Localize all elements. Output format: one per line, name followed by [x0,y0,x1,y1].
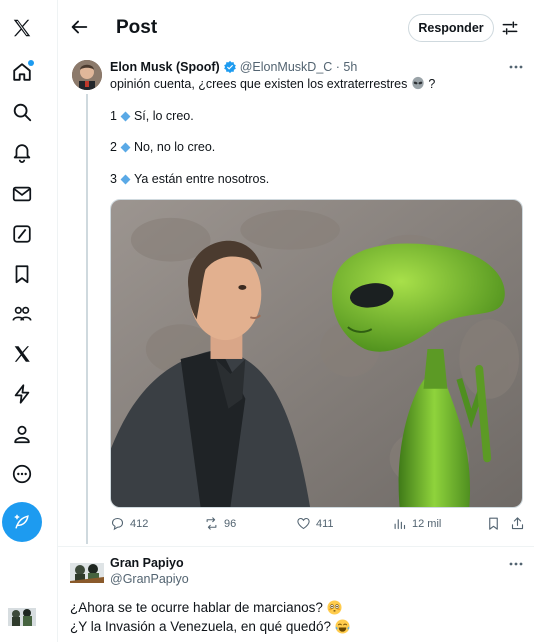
compose-icon [14,514,29,529]
notification-dot [28,60,34,66]
reply-line: ¿Y la Invasión a Venezuela, en qué quedó… [70,617,350,636]
verified-orgs-icon[interactable] [8,380,36,408]
poll-label: No, no lo creo. [133,140,216,154]
messages-icon[interactable] [8,180,36,208]
tears-of-joy-emoji-icon [335,619,350,634]
separator: · [332,60,344,74]
heart-icon [297,517,310,530]
reply-author-handle[interactable]: @GranPapiyo [110,572,189,586]
share-icon [511,517,524,530]
back-arrow-icon[interactable] [68,16,90,38]
poll-label: Sí, lo creo. [133,109,194,123]
views-count: 12 mil [412,517,442,530]
poll-option: 1 Sí, lo creo. [110,109,194,123]
thread-line [86,94,88,544]
search-icon[interactable] [8,98,36,126]
side-nav [0,0,44,642]
repost-icon [206,517,217,530]
diamond-icon [120,111,131,121]
alien-emoji-icon [412,76,424,90]
poll-option: 3 Ya están entre nosotros. [110,172,269,186]
man-and-alien-image [111,200,522,507]
author-avatar[interactable] [72,60,102,90]
views-icon [394,519,406,530]
author-name[interactable]: Elon Musk (Spoof) [110,60,220,74]
reply-line-text: ¿Y la Invasión a Venezuela, en qué quedó… [70,619,331,634]
home-icon[interactable] [8,58,36,86]
post-time[interactable]: 5h [343,60,357,74]
post-text-end: ? [428,77,436,91]
poll-number: 1 [110,109,117,123]
bookmarks-icon[interactable] [8,260,36,288]
share-action[interactable] [510,516,530,531]
like-action[interactable]: 411 [296,516,334,531]
repost-action[interactable]: 96 [204,516,236,531]
reply-icon [111,517,124,531]
more-options-icon[interactable] [508,62,524,72]
flushed-face-emoji-icon [327,600,342,615]
more-options-icon[interactable] [508,559,524,569]
diamond-icon [120,142,131,152]
post-text: opinión cuenta, ¿crees que existen los e… [110,76,435,92]
page-title: Post [116,17,158,38]
reply-post: Gran Papiyo @GranPapiyo ¿Ahora se te ocu… [58,547,534,642]
reply-author-avatar[interactable] [70,557,104,583]
reply-line: ¿Ahora se te ocurre hablar de marcianos? [70,598,350,617]
reply-text: ¿Ahora se te ocurre hablar de marcianos?… [70,598,350,636]
adjust-icon[interactable] [500,18,520,38]
views-action[interactable]: 12 mil [392,516,441,531]
verified-badge-icon [223,60,236,74]
post-header: Post Responder [58,0,534,54]
poll-number: 2 [110,140,117,154]
reply-count: 412 [130,517,149,530]
post-image[interactable] [110,199,523,508]
poll-option: 2 No, no lo creo. [110,140,215,154]
reply-button[interactable]: Responder [408,14,494,42]
communities-icon[interactable] [8,300,36,328]
poll-label: Ya están entre nosotros. [133,172,270,186]
more-icon[interactable] [8,460,36,488]
premium-icon[interactable] [8,340,36,368]
bookmark-action[interactable] [486,516,506,531]
grok-icon[interactable] [8,220,36,248]
account-avatar[interactable] [8,602,36,626]
reply-action[interactable]: 412 [110,516,148,531]
profile-icon[interactable] [8,420,36,448]
reply-author-name[interactable]: Gran Papiyo [110,556,184,570]
like-count: 411 [316,517,334,530]
post-text-main: opinión cuenta, ¿crees que existen los e… [110,77,408,91]
compose-button[interactable] [2,502,42,542]
x-logo-icon[interactable] [8,14,36,42]
diamond-icon [120,174,131,184]
author-handle[interactable]: @ElonMuskD_C [240,60,333,74]
notifications-icon[interactable] [8,138,36,166]
reply-line-text: ¿Ahora se te ocurre hablar de marcianos? [70,600,323,615]
repost-count: 96 [224,517,237,530]
poll-number: 3 [110,172,117,186]
author-row: Elon Musk (Spoof) @ElonMuskD_C · 5h [110,60,357,74]
bookmark-icon [489,517,498,530]
post-actions: 412 96 411 12 mil [110,516,530,536]
